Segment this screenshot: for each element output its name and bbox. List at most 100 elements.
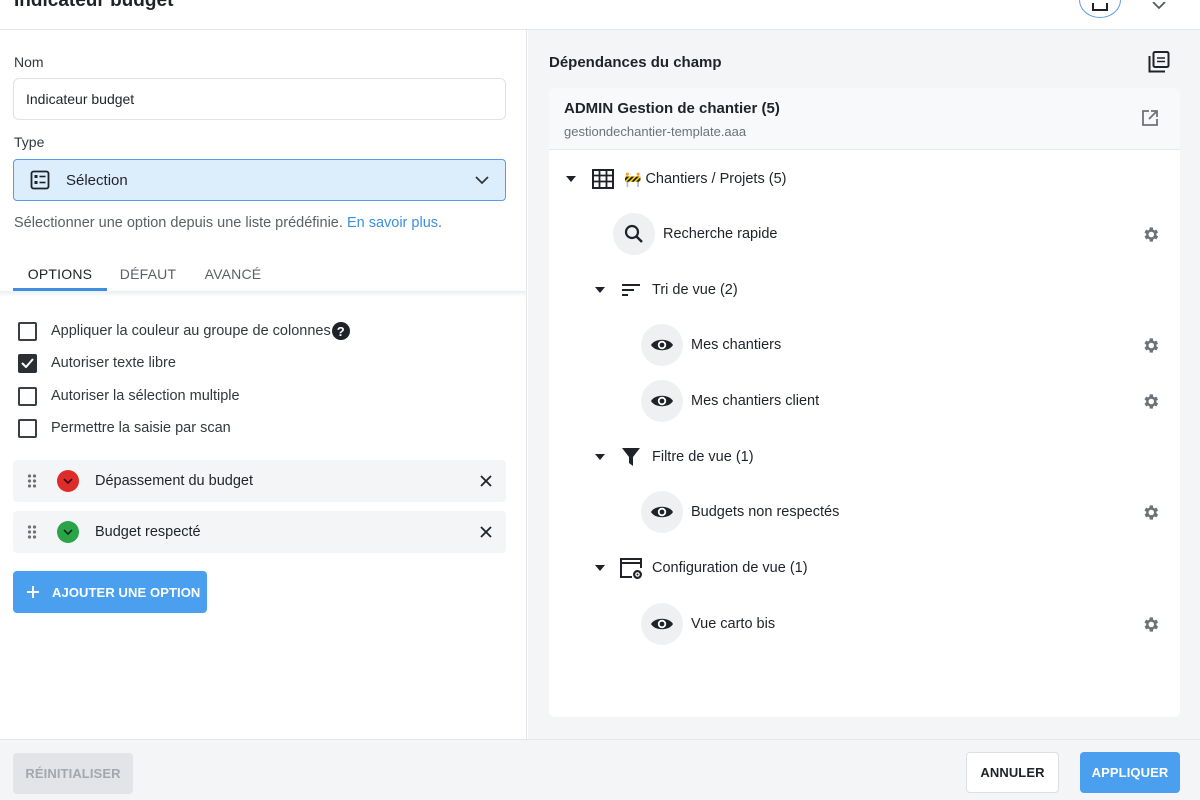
detach-icon: [1092, 3, 1108, 11]
collapse-caret[interactable]: [595, 287, 605, 293]
apply-button[interactable]: APPLIQUER: [1080, 752, 1180, 793]
view-config-label: Configuration de vue (1): [652, 560, 808, 576]
plus-icon: [27, 586, 39, 598]
tree-node-quick-search[interactable]: Recherche rapide: [613, 213, 777, 255]
learn-more-link[interactable]: En savoir plus: [347, 215, 438, 231]
copy-icon: [1148, 51, 1170, 73]
search-icon: [613, 213, 655, 255]
option-color-dot[interactable]: [57, 521, 79, 543]
eye-icon: [641, 491, 683, 533]
view-label: Mes chantiers client: [691, 393, 820, 409]
tab-options[interactable]: OPTIONS: [13, 258, 107, 290]
open-external-button[interactable]: [1139, 107, 1161, 129]
type-select[interactable]: Sélection: [13, 159, 506, 201]
close-icon: [480, 475, 492, 487]
tree-node-view-config[interactable]: Configuration de vue (1): [595, 550, 808, 586]
gear-icon: [1143, 616, 1158, 632]
open-in-new-icon: [1142, 110, 1158, 126]
collapse-caret[interactable]: [595, 454, 605, 460]
close-icon: [1152, 2, 1166, 10]
table-icon: [590, 166, 616, 192]
copy-button[interactable]: [1147, 50, 1171, 79]
option-color-dot[interactable]: [57, 470, 79, 492]
help-icon[interactable]: ?: [331, 322, 350, 340]
checkbox-multi-select[interactable]: Autoriser la sélection multiple: [18, 385, 240, 407]
drag-handle-icon[interactable]: [13, 473, 51, 489]
remove-option-button[interactable]: [466, 526, 506, 538]
collapse-caret[interactable]: [566, 176, 576, 182]
settings-button[interactable]: [1139, 223, 1161, 245]
close-icon: [480, 526, 492, 538]
checkbox-box[interactable]: [18, 418, 37, 438]
tree-node-table[interactable]: 🚧 Chantiers / Projets (5): [566, 161, 786, 197]
gear-icon: [1143, 337, 1158, 353]
tree-node-view[interactable]: Mes chantiers client: [641, 380, 819, 422]
tab-advanced[interactable]: AVANCÉ: [197, 258, 269, 290]
checkbox-box[interactable]: [18, 321, 37, 341]
settings-button[interactable]: [1139, 501, 1161, 523]
add-option-button[interactable]: AJOUTER UNE OPTION: [13, 571, 207, 613]
filter-label: Filtre de vue (1): [652, 449, 754, 465]
view-label: Mes chantiers: [691, 337, 782, 353]
type-select-value: Sélection: [66, 171, 128, 189]
checkbox-box-checked[interactable]: [18, 353, 37, 373]
collapse-caret[interactable]: [595, 565, 605, 571]
checkbox-apply-color[interactable]: Appliquer la couleur au groupe de colonn…: [18, 320, 350, 342]
caret-down-icon: [595, 565, 605, 571]
option-item: Dépassement du budget: [13, 460, 506, 502]
dialog-header: Indicateur budget: [0, 0, 1200, 30]
tree-node-view[interactable]: Vue carto bis: [641, 603, 775, 645]
view-label: Budgets non respectés: [691, 504, 840, 520]
checkmark-icon: [21, 358, 34, 368]
settings-button[interactable]: [1139, 613, 1161, 635]
reset-button[interactable]: RÉINITIALISER: [13, 753, 133, 794]
caret-down-icon: [595, 287, 605, 293]
app-domain: gestiondechantier-template.aaa: [564, 124, 747, 139]
tab-default[interactable]: DÉFAUT: [113, 258, 183, 290]
checkbox-free-text[interactable]: Autoriser texte libre: [18, 352, 176, 374]
cancel-button[interactable]: ANNULER: [966, 752, 1059, 793]
checkbox-box[interactable]: [18, 386, 37, 406]
tree-node-filter[interactable]: Filtre de vue (1): [595, 439, 754, 475]
app-name: ADMIN Gestion de chantier (5): [564, 100, 780, 117]
settings-button[interactable]: [1139, 334, 1161, 356]
gear-icon: [1143, 504, 1158, 520]
type-help-text: Sélectionner une option depuis une liste…: [14, 215, 443, 231]
gear-icon: [1143, 226, 1158, 242]
option-label: Dépassement du budget: [95, 473, 253, 489]
close-button[interactable]: [1148, 0, 1170, 10]
view-label: Vue carto bis: [691, 616, 776, 632]
dialog-title: Indicateur budget: [14, 0, 174, 11]
tree-node-view[interactable]: Budgets non respectés: [641, 491, 839, 533]
tree-node-view[interactable]: Mes chantiers: [641, 324, 781, 366]
dependencies-title: Dépendances du champ: [549, 54, 722, 71]
eye-icon: [641, 380, 683, 422]
gear-icon: [1143, 393, 1158, 409]
detach-window-button[interactable]: [1079, 0, 1121, 18]
table-label: Chantiers / Projets (5): [645, 171, 787, 187]
type-label: Type: [14, 134, 45, 150]
dependencies-panel: Dépendances du champ ADMIN Gestion de ch…: [528, 30, 1200, 739]
option-item: Budget respecté: [13, 511, 506, 553]
sort-label: Tri de vue (2): [652, 282, 738, 298]
chevron-down-icon: [63, 478, 73, 484]
drag-handle-icon[interactable]: [13, 524, 51, 540]
sort-icon: [618, 277, 644, 303]
tree-node-sort[interactable]: Tri de vue (2): [595, 272, 738, 308]
checkbox-scan-input[interactable]: Permettre la saisie par scan: [18, 417, 231, 439]
caret-down-icon: [595, 454, 605, 460]
tabs-divider: [0, 291, 527, 297]
name-input[interactable]: [13, 78, 506, 120]
app-header: ADMIN Gestion de chantier (5) gestiondec…: [549, 88, 1180, 150]
eye-icon: [641, 324, 683, 366]
settings-button[interactable]: [1139, 390, 1161, 412]
remove-option-button[interactable]: [466, 475, 506, 487]
selection-type-icon: [30, 170, 50, 190]
construction-emoji: 🚧: [624, 170, 642, 187]
field-settings-panel: Nom Type Sélection Sélectionner une opti…: [0, 30, 527, 739]
quick-search-label: Recherche rapide: [663, 226, 778, 242]
chevron-down-icon: [63, 529, 73, 535]
settings-tabs: OPTIONS DÉFAUT AVANCÉ: [13, 258, 527, 292]
eye-icon: [641, 603, 683, 645]
view-config-icon: [618, 555, 644, 581]
